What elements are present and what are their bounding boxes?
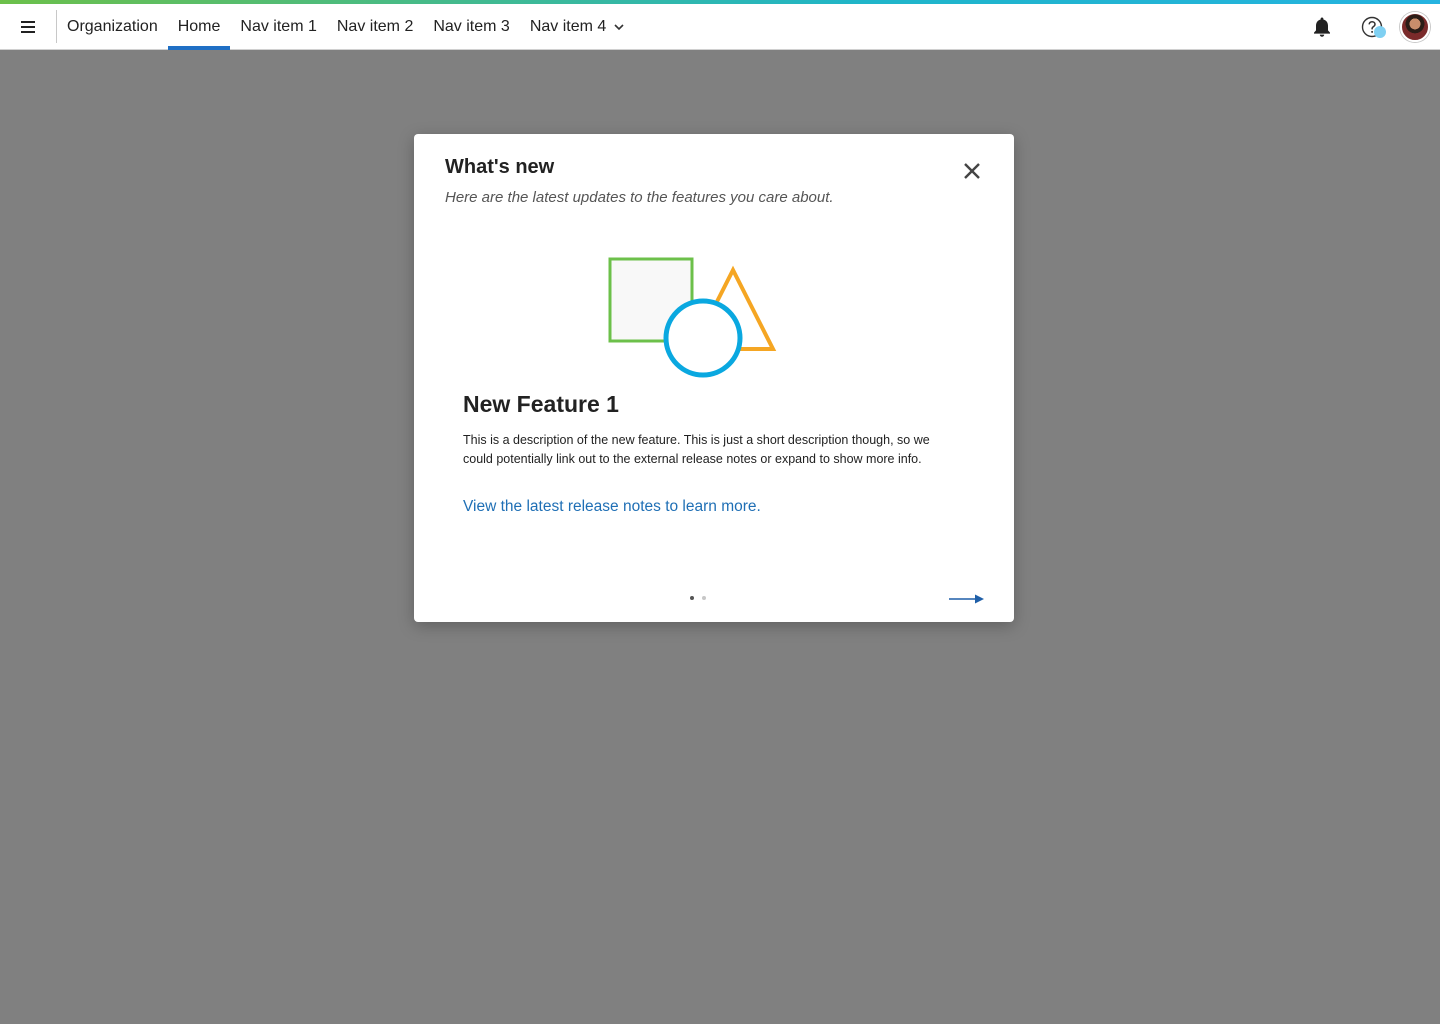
nav-item-3-label: Nav item 3	[433, 17, 510, 35]
nav-item-1[interactable]: Nav item 1	[230, 4, 326, 49]
help-notification-dot	[1374, 25, 1386, 38]
menu-button[interactable]	[0, 4, 56, 49]
main-nav: Organization Home Nav item 1 Nav item 2 …	[57, 4, 634, 50]
notifications-button[interactable]	[1297, 4, 1347, 50]
nav-home-label: Home	[177, 17, 221, 35]
chevron-down-icon	[614, 23, 624, 30]
feature-illustration	[608, 257, 777, 378]
nav-item-2-label: Nav item 2	[336, 17, 414, 35]
illustration-circle	[663, 298, 743, 378]
close-icon[interactable]	[960, 159, 984, 183]
nav-item-3[interactable]: Nav item 3	[423, 4, 519, 49]
bell-icon	[1314, 17, 1330, 37]
avatar[interactable]	[1400, 11, 1430, 42]
whats-new-dialog: What's new Here are the latest updates t…	[414, 134, 1014, 622]
header-actions	[1297, 4, 1440, 49]
top-navbar: Organization Home Nav item 1 Nav item 2 …	[0, 4, 1440, 50]
page-dot-1[interactable]	[690, 596, 694, 600]
nav-item-1-label: Nav item 1	[240, 17, 317, 35]
nav-item-2[interactable]: Nav item 2	[327, 4, 423, 49]
arrow-right-icon[interactable]	[948, 592, 986, 606]
help-button[interactable]	[1347, 4, 1397, 50]
nav-item-4-dropdown[interactable]: Nav item 4	[520, 4, 634, 49]
hamburger-icon	[21, 20, 35, 33]
page-dot-2[interactable]	[702, 596, 706, 600]
nav-organization[interactable]: Organization	[57, 4, 168, 49]
dialog-subtitle: Here are the latest updates to the featu…	[445, 189, 834, 206]
dialog-title: What's new	[445, 156, 555, 178]
release-notes-link[interactable]: View the latest release notes to learn m…	[463, 498, 761, 516]
nav-organization-label: Organization	[67, 17, 158, 35]
feature-title: New Feature 1	[463, 391, 619, 417]
nav-home[interactable]: Home	[167, 4, 231, 50]
pagination-dots	[690, 596, 706, 600]
feature-description: This is a description of the new feature…	[463, 433, 930, 466]
nav-item-4-label: Nav item 4	[529, 17, 607, 35]
